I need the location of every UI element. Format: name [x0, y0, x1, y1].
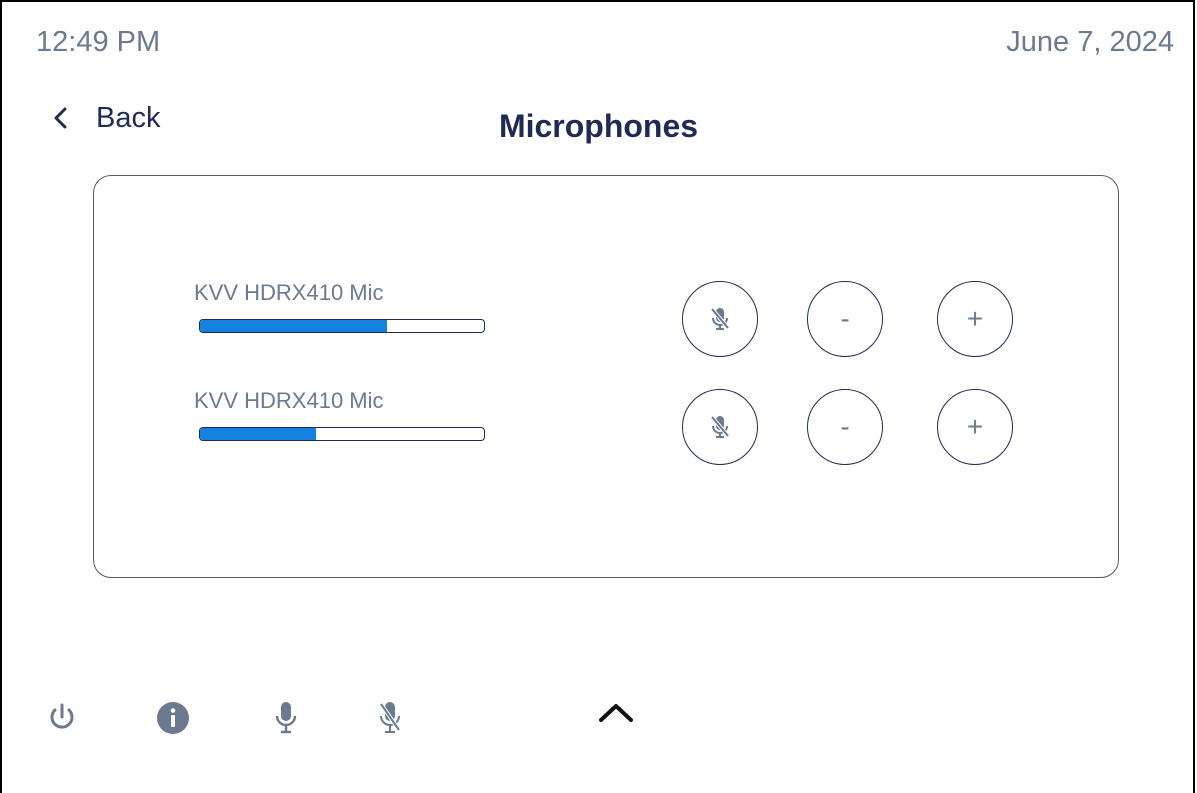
mic-2-volume-up-button[interactable]: + [937, 389, 1013, 465]
clock-time: 12:49 PM [36, 26, 161, 58]
chevron-up-icon[interactable] [597, 700, 635, 726]
mic-2-name: KVV HDRX410 Mic [194, 388, 384, 413]
mic-1-level-bar [199, 319, 485, 333]
page-title: Microphones [498, 108, 699, 144]
mic-1-name: KVV HDRX410 Mic [194, 280, 384, 305]
mic-icon[interactable] [273, 700, 299, 736]
clock-date: June 7, 2024 [1006, 26, 1174, 58]
mic-1-mute-button[interactable] [682, 281, 758, 357]
mic-1-volume-down-button[interactable]: - [807, 281, 883, 357]
mic-2-level-fill [200, 428, 317, 440]
mic-2-level-bar [199, 427, 485, 441]
microphones-panel: KVV HDRX410 Mic - + KVV HDRX410 Mic - + [93, 175, 1119, 578]
mic-muted-icon [710, 415, 730, 438]
mic-1-level-fill [200, 320, 388, 332]
info-icon[interactable] [156, 701, 190, 735]
mic-2-mute-button[interactable] [682, 389, 758, 465]
mic-muted-icon[interactable] [377, 700, 403, 736]
mic-muted-icon [710, 307, 730, 330]
mic-2-volume-down-button[interactable]: - [807, 389, 883, 465]
mic-1-volume-up-button[interactable]: + [937, 281, 1013, 357]
power-icon[interactable] [47, 702, 77, 734]
